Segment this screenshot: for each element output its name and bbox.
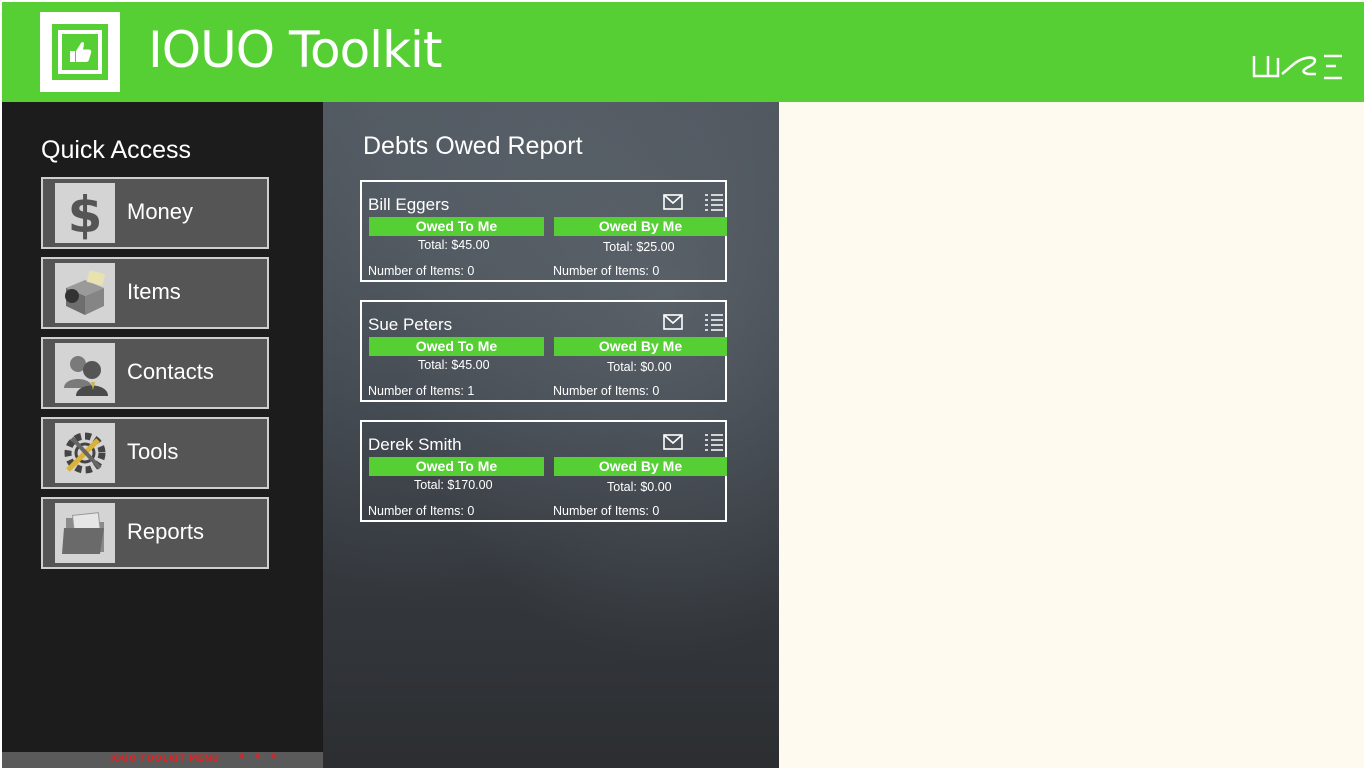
owed-by-count: Number of Items: 0 xyxy=(553,384,660,398)
mail-icon[interactable] xyxy=(663,314,683,330)
contact-name: Bill Eggers xyxy=(368,195,450,214)
svg-text:$: $ xyxy=(68,186,103,240)
owed-to-total: Total: $45.00 xyxy=(418,358,490,372)
app-title: IOUO Toolkit xyxy=(148,21,443,79)
owed-by-me-button[interactable]: Owed By Me xyxy=(554,337,727,356)
dollar-icon: $ xyxy=(55,183,115,243)
owed-to-total: Total: $170.00 xyxy=(414,478,493,492)
contact-name: Derek Smith xyxy=(368,435,462,454)
sidebar-title: Quick Access xyxy=(41,136,192,164)
list-icon[interactable] xyxy=(704,192,724,212)
contact-name: Sue Peters xyxy=(368,315,453,334)
page-title: Debts Owed Report xyxy=(363,132,583,160)
list-icon[interactable] xyxy=(704,432,724,452)
app-bar-label: IOUO TOOLKIT MENU xyxy=(110,754,220,764)
tools-icon xyxy=(55,423,115,483)
owed-to-me-button[interactable]: Owed To Me xyxy=(369,337,544,356)
mail-icon[interactable] xyxy=(663,194,683,210)
folder-icon xyxy=(55,503,115,563)
quick-access-sidebar: Quick Access $ Money Items Contacts Tool… xyxy=(2,102,323,752)
report-panel: Debts Owed Report Bill Eggers Owed To Me… xyxy=(323,102,779,768)
owed-by-count: Number of Items: 0 xyxy=(553,264,660,278)
debt-card[interactable]: Sue Peters Owed To Me Owed By Me Total: … xyxy=(360,300,727,402)
app-bar[interactable]: IOUO TOOLKIT MENU • • • xyxy=(2,750,325,768)
sidebar-item-tools[interactable]: Tools xyxy=(41,417,269,489)
owed-by-total: Total: $0.00 xyxy=(607,360,672,374)
owed-to-count: Number of Items: 0 xyxy=(368,264,475,278)
sidebar-item-label: Contacts xyxy=(127,359,214,384)
sidebar-item-items[interactable]: Items xyxy=(41,257,269,329)
signature-icon xyxy=(1252,54,1342,80)
owed-to-count: Number of Items: 1 xyxy=(368,384,475,398)
app-header: IOUO Toolkit xyxy=(2,2,1364,102)
sidebar-item-label: Money xyxy=(127,199,194,224)
sidebar-item-label: Items xyxy=(127,279,181,304)
owed-by-me-button[interactable]: Owed By Me xyxy=(554,217,727,236)
sidebar-item-label: Tools xyxy=(127,439,179,464)
more-options-icon[interactable]: • • • xyxy=(238,750,279,764)
detail-pane xyxy=(779,102,1364,768)
owed-to-me-button[interactable]: Owed To Me xyxy=(369,457,544,476)
app-logo xyxy=(40,12,120,92)
owed-to-count: Number of Items: 0 xyxy=(368,504,475,518)
owed-to-total: Total: $45.00 xyxy=(418,238,490,252)
sidebar-item-contacts[interactable]: Contacts xyxy=(41,337,269,409)
mail-icon[interactable] xyxy=(663,434,683,450)
sidebar-item-money[interactable]: $ Money xyxy=(41,177,269,249)
contacts-icon xyxy=(55,343,115,403)
owed-by-total: Total: $25.00 xyxy=(603,240,675,254)
thumbs-up-icon xyxy=(70,42,92,62)
box-icon xyxy=(55,263,115,323)
owed-by-total: Total: $0.00 xyxy=(607,480,672,494)
owed-to-me-button[interactable]: Owed To Me xyxy=(369,217,544,236)
owed-by-me-button[interactable]: Owed By Me xyxy=(554,457,727,476)
debt-card[interactable]: Derek Smith Owed To Me Owed By Me Total:… xyxy=(360,420,727,522)
owed-by-count: Number of Items: 0 xyxy=(553,504,660,518)
list-icon[interactable] xyxy=(704,312,724,332)
sidebar-item-label: Reports xyxy=(127,519,205,544)
debt-card[interactable]: Bill Eggers Owed To Me Owed By Me Total:… xyxy=(360,180,727,282)
sidebar-item-reports[interactable]: Reports xyxy=(41,497,269,569)
